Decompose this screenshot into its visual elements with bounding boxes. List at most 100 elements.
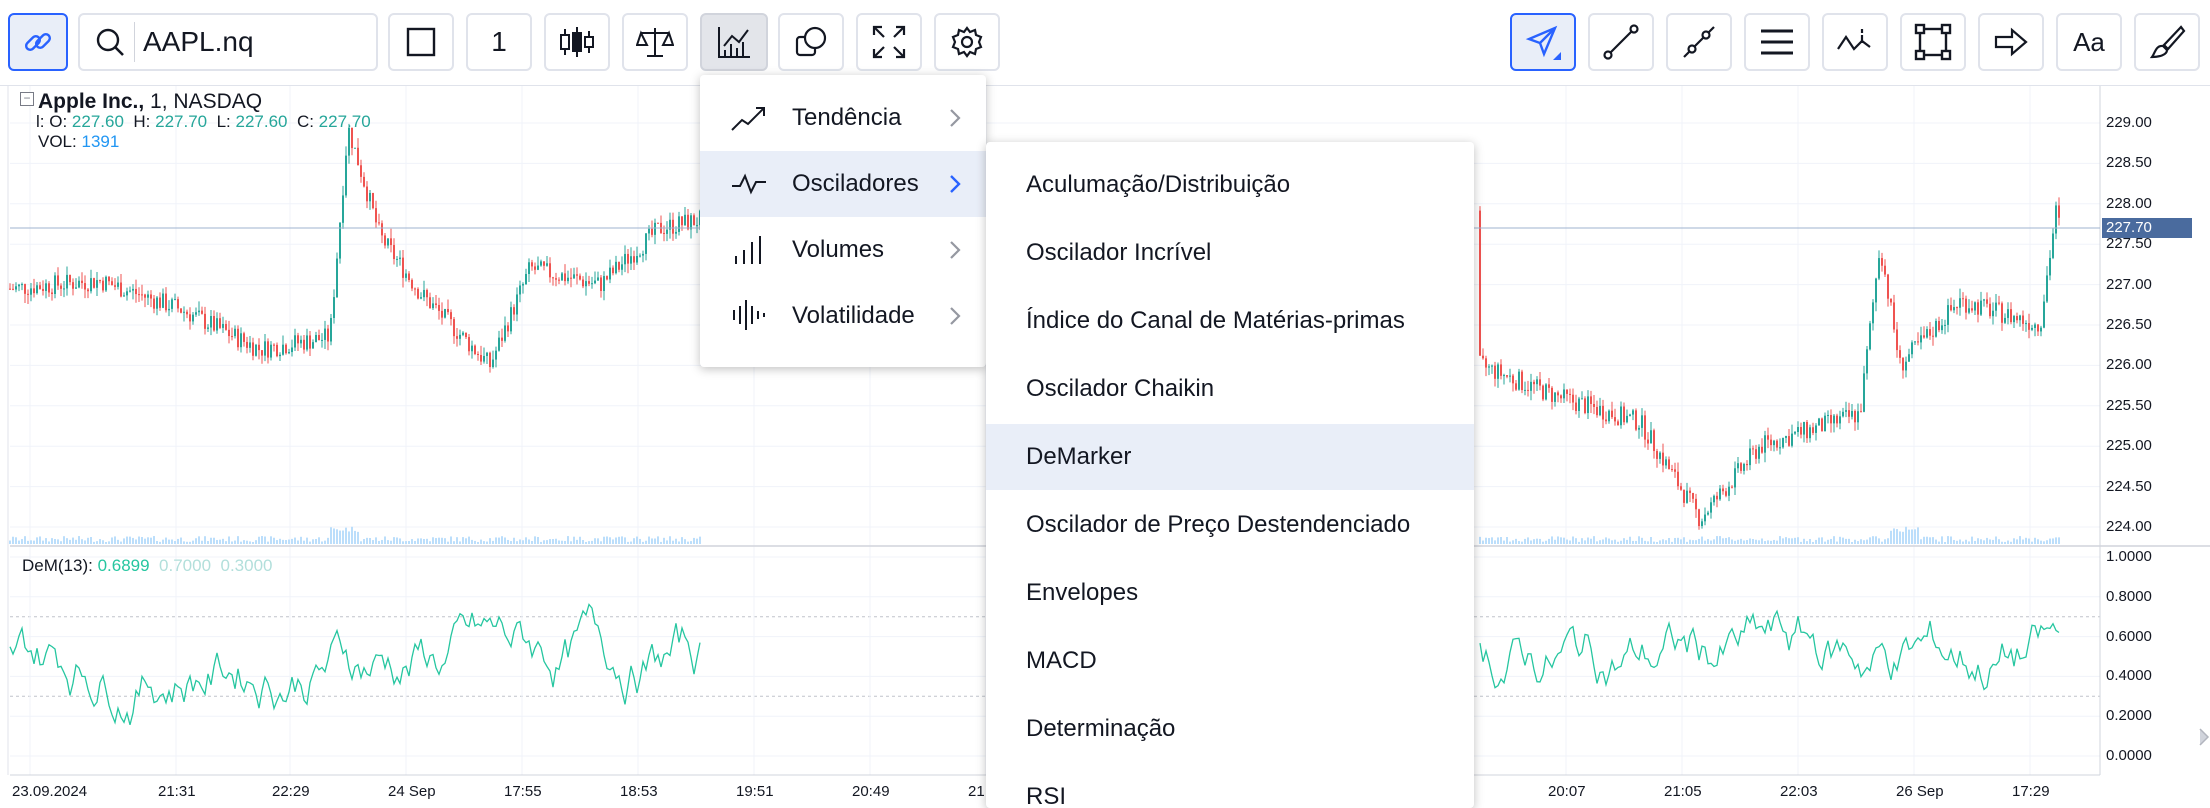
volume-bar xyxy=(1770,540,1772,544)
menu-item-indice-canal[interactable]: Índice do Canal de Matérias-primas xyxy=(986,288,1474,354)
candle-body xyxy=(477,353,479,355)
candle-body xyxy=(294,335,296,348)
candle-body xyxy=(48,283,50,293)
volume-bar xyxy=(345,527,347,544)
candle-body xyxy=(495,350,497,360)
menu-item-volatilidade[interactable]: Volatilidade xyxy=(700,283,986,349)
candle-body xyxy=(1527,389,1529,391)
volume-bar xyxy=(1818,537,1820,544)
candle-body xyxy=(1683,489,1685,503)
menu-label: RSI xyxy=(1026,783,1067,808)
candle-body xyxy=(45,283,47,291)
volume-bar xyxy=(1689,539,1691,544)
volume-bar xyxy=(621,536,623,544)
candle-body xyxy=(93,278,95,288)
time-tick-label: 18:53 xyxy=(620,783,658,800)
candle-body xyxy=(585,281,587,287)
candle-body xyxy=(393,245,395,260)
menu-item-determinacao[interactable]: Determinação xyxy=(986,696,1474,762)
candle-body xyxy=(72,282,74,289)
dem-tick-label: 0.2000 xyxy=(2106,707,2152,725)
candle-body xyxy=(63,288,65,290)
volume-bar xyxy=(615,537,617,544)
legend-volume: VOL: 1391 xyxy=(38,132,120,151)
volume-bar xyxy=(501,536,503,544)
candle-body xyxy=(153,298,155,309)
menu-item-tendencia[interactable]: Tendência xyxy=(700,85,986,151)
volume-bar xyxy=(390,540,392,544)
price-tick-label: 229.00 xyxy=(2106,114,2152,131)
volume-bar xyxy=(1944,541,1946,544)
candle-body xyxy=(1611,410,1613,418)
volume-bar xyxy=(78,536,80,544)
menu-item-acumulacao[interactable]: Aculumação/Distribuição xyxy=(986,152,1474,218)
volume-bar xyxy=(333,528,335,544)
candle-body xyxy=(207,327,209,329)
volume-bar xyxy=(654,538,656,544)
volume-bar xyxy=(1518,541,1520,544)
menu-item-demarker[interactable]: DeMarker xyxy=(986,424,1474,490)
menu-item-volumes[interactable]: Volumes xyxy=(700,217,986,283)
scroll-right-icon[interactable] xyxy=(2198,726,2210,748)
volatility-icon xyxy=(733,300,765,330)
volume-bar xyxy=(1992,539,1994,544)
candle-body xyxy=(1956,307,1958,309)
menu-item-chaikin[interactable]: Oscilador Chaikin xyxy=(986,356,1474,422)
candle-body xyxy=(1929,329,1931,336)
candle-body xyxy=(198,310,200,313)
menu-item-dpo[interactable]: Oscilador de Preço Destendenciado xyxy=(986,492,1474,558)
time-tick-label: 19:51 xyxy=(736,783,774,800)
volume-bar xyxy=(399,538,401,544)
volume-bar xyxy=(270,536,272,544)
volume-bar xyxy=(168,539,170,544)
candle-body xyxy=(558,279,560,281)
dem-tick-label: 0.4000 xyxy=(2106,667,2152,685)
price-tick-label: 224.00 xyxy=(2106,518,2152,535)
volume-bar xyxy=(1980,539,1982,544)
candle-body xyxy=(1710,502,1712,513)
candle-body xyxy=(522,284,524,286)
dem-tick-label: 1.0000 xyxy=(2106,548,2152,565)
volume-bar xyxy=(1971,536,1973,544)
volume-bar xyxy=(414,540,416,544)
menu-item-envelopes[interactable]: Envelopes xyxy=(986,560,1474,626)
volume-bar xyxy=(33,540,35,544)
legend-collapse-button[interactable]: − xyxy=(20,92,34,106)
volume-bar xyxy=(42,540,44,544)
volume-bar xyxy=(1632,540,1634,544)
candle-body xyxy=(678,216,680,232)
volume-bar xyxy=(1995,536,1997,544)
volume-bar xyxy=(1521,541,1523,544)
candle-body xyxy=(1617,421,1619,426)
menu-item-macd[interactable]: MACD xyxy=(986,628,1474,694)
volume-bar xyxy=(162,539,164,544)
volume-bar xyxy=(471,539,473,544)
menu-item-rsi[interactable]: RSI xyxy=(986,764,1474,808)
menu-label: Tendência xyxy=(792,104,902,131)
volume-bar xyxy=(1902,531,1904,544)
candle-body xyxy=(225,323,227,330)
volume-bar xyxy=(495,537,497,544)
volume-bar xyxy=(477,541,479,544)
volume-bar xyxy=(429,541,431,544)
menu-label: Oscilador Incrível xyxy=(1026,239,1212,266)
candle-body xyxy=(1584,398,1586,414)
candle-body xyxy=(471,345,473,352)
volume-bar xyxy=(1503,540,1505,544)
volume-bar xyxy=(384,536,386,544)
volume-bar xyxy=(546,540,548,544)
menu-item-oscilador-incrivel[interactable]: Oscilador Incrível xyxy=(986,220,1474,286)
candle-body xyxy=(1530,381,1532,391)
volume-bar xyxy=(1932,537,1934,544)
candle-body xyxy=(1596,406,1598,416)
volume-bar xyxy=(2055,537,2057,544)
candle-body xyxy=(414,288,416,290)
volume-bar xyxy=(1545,540,1547,544)
volume-bar xyxy=(2001,541,2003,544)
volume-bar xyxy=(1512,540,1514,544)
menu-item-osciladores[interactable]: Osciladores xyxy=(700,151,986,217)
candle-body xyxy=(564,273,566,282)
volume-bar xyxy=(180,537,182,544)
candle-body xyxy=(2052,233,2054,258)
candle-body xyxy=(2022,315,2024,324)
